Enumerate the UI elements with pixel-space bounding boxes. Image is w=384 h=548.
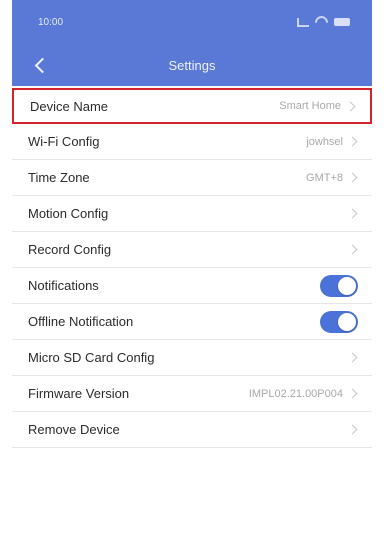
wifi-icon bbox=[312, 12, 331, 32]
row-remove-device[interactable]: Remove Device bbox=[12, 412, 372, 448]
chevron-right-icon bbox=[347, 352, 358, 363]
signal-icon bbox=[297, 17, 309, 27]
app-header: 10:00 Settings bbox=[12, 0, 372, 86]
row-label: Notifications bbox=[28, 278, 99, 293]
row-right bbox=[347, 208, 360, 219]
status-time: 10:00 bbox=[38, 16, 64, 28]
row-record-config[interactable]: Record Config bbox=[12, 232, 372, 268]
row-label: Record Config bbox=[28, 242, 112, 257]
row-label: Motion Config bbox=[28, 206, 109, 221]
row-value: IMPL02.21.00P004 bbox=[248, 387, 343, 400]
chevron-right-icon bbox=[347, 172, 358, 183]
row-right: Smart Home bbox=[279, 100, 358, 112]
row-offline-notification: Offline Notification bbox=[12, 304, 372, 340]
row-label: Wi-Fi Config bbox=[28, 134, 100, 149]
row-micro-sd-config[interactable]: Micro SD Card Config bbox=[12, 340, 372, 376]
row-label: Time Zone bbox=[28, 170, 90, 185]
row-value: jowhsel bbox=[306, 135, 343, 148]
row-right bbox=[347, 424, 360, 435]
row-value: GMT+8 bbox=[306, 171, 343, 184]
row-right bbox=[347, 352, 360, 363]
row-label: Remove Device bbox=[28, 422, 120, 437]
page-title: Settings bbox=[168, 57, 216, 73]
row-wifi-config[interactable]: Wi-Fi Config jowhsel bbox=[12, 124, 372, 160]
chevron-right-icon bbox=[345, 101, 356, 111]
row-notifications: Notifications bbox=[12, 268, 372, 304]
toggle-knob bbox=[338, 276, 356, 295]
status-icons bbox=[297, 12, 350, 32]
row-firmware-version[interactable]: Firmware Version IMPL02.21.00P004 bbox=[12, 376, 372, 412]
row-right: IMPL02.21.00P004 bbox=[249, 388, 360, 400]
row-label: Firmware Version bbox=[28, 386, 130, 401]
row-time-zone[interactable]: Time Zone GMT+8 bbox=[12, 160, 372, 196]
row-right: jowhsel bbox=[306, 136, 360, 148]
settings-list: Device Name Smart Home Wi-Fi Config jowh… bbox=[12, 88, 372, 448]
chevron-right-icon bbox=[347, 424, 358, 435]
nav-bar: Settings bbox=[12, 44, 372, 86]
row-label: Micro SD Card Config bbox=[28, 350, 155, 365]
row-value: Smart Home bbox=[279, 100, 341, 112]
row-label: Device Name bbox=[30, 98, 109, 114]
row-label: Offline Notification bbox=[28, 314, 134, 329]
toggle-knob bbox=[338, 312, 356, 331]
row-motion-config[interactable]: Motion Config bbox=[12, 196, 372, 232]
chevron-right-icon bbox=[347, 136, 358, 147]
row-right: GMT+8 bbox=[306, 172, 360, 184]
chevron-right-icon bbox=[347, 244, 358, 255]
notifications-toggle[interactable] bbox=[320, 274, 358, 297]
row-device-name[interactable]: Device Name Smart Home bbox=[12, 88, 372, 124]
status-bar: 10:00 bbox=[12, 0, 372, 44]
chevron-right-icon bbox=[347, 388, 358, 399]
chevron-right-icon bbox=[347, 208, 358, 219]
row-right bbox=[347, 244, 360, 255]
battery-icon bbox=[334, 18, 350, 26]
offline-notification-toggle[interactable] bbox=[320, 310, 358, 333]
